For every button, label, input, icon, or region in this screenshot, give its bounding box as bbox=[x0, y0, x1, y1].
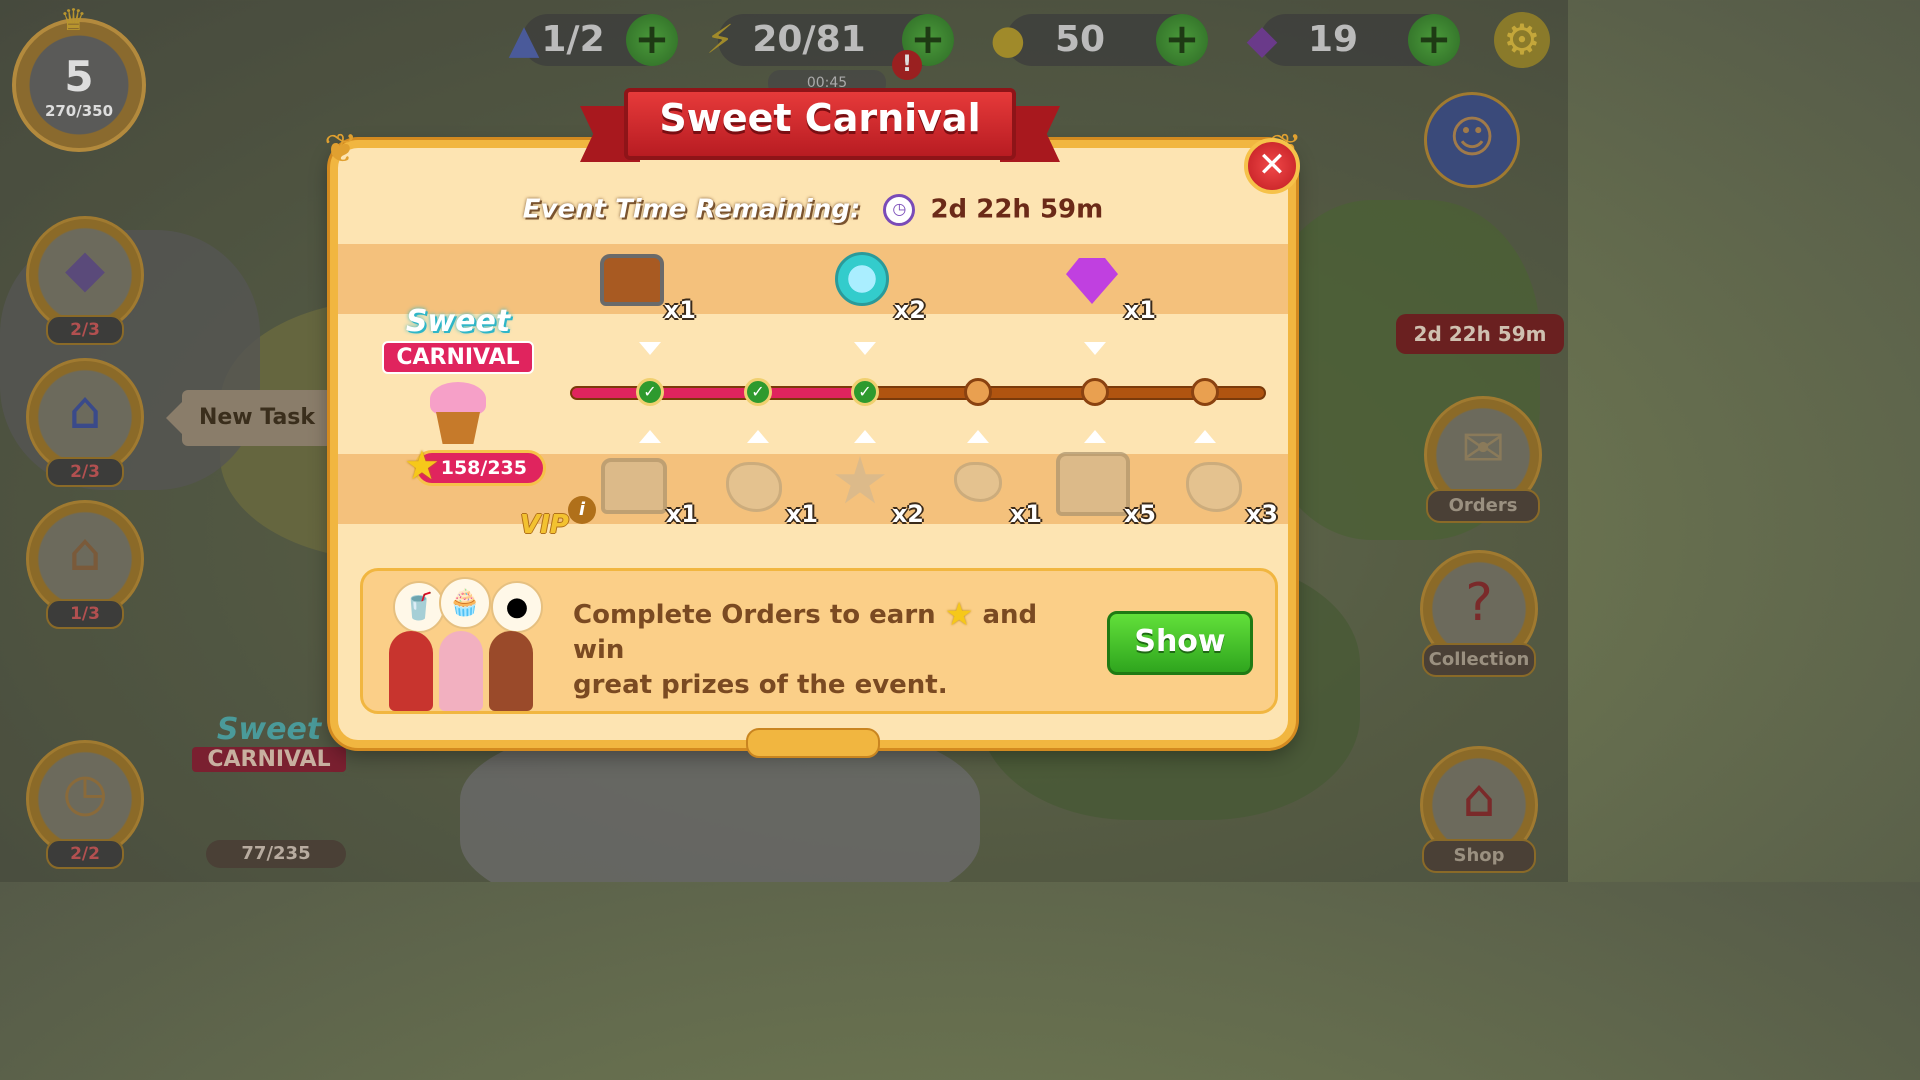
shop-button[interactable]: ⌂ Shop bbox=[1420, 746, 1538, 873]
milestone-node: ✓ bbox=[744, 378, 772, 406]
crystal-building-button[interactable]: ◆ 2/3 bbox=[26, 216, 144, 345]
milestone-node: ✓ bbox=[636, 378, 664, 406]
reward-teal-coin[interactable]: x2 bbox=[820, 244, 930, 324]
milestone-node bbox=[1081, 378, 1109, 406]
rock-icon bbox=[1178, 448, 1250, 520]
juice-icon: 🥤 bbox=[393, 581, 445, 633]
gem-counter: ◆ 19 + bbox=[1247, 14, 1460, 66]
avatar-portrait-icon: ☺ bbox=[1449, 112, 1495, 163]
cottage-building-button[interactable]: ⌂ 1/3 bbox=[26, 500, 144, 629]
vip-reward-chest[interactable]: x1 bbox=[592, 448, 702, 528]
scroll-icon: ✉ bbox=[1461, 419, 1505, 479]
event-timer-badge[interactable]: 2d 22h 59m bbox=[1396, 314, 1564, 354]
blue-house-icon: ⌂ bbox=[68, 381, 102, 441]
coin-counter: ● 50 + bbox=[991, 14, 1208, 66]
title-ribbon: Sweet Carnival bbox=[580, 84, 1060, 176]
rock-icon bbox=[718, 448, 790, 520]
vip-reward-star-wand[interactable]: x2 bbox=[818, 448, 928, 528]
purple-gem-icon bbox=[1056, 244, 1128, 316]
ornament-icon bbox=[746, 728, 880, 758]
vip-label: VIP bbox=[520, 510, 569, 540]
star-icon: ★ bbox=[944, 595, 974, 633]
add-gems-button[interactable]: + bbox=[1408, 14, 1460, 66]
characters-illustration: 🥤 🧁 ● bbox=[387, 577, 543, 711]
arrow-down-icon bbox=[854, 342, 876, 355]
vip-reward-stones[interactable]: x1 bbox=[936, 448, 1046, 528]
arrow-up-icon bbox=[1194, 430, 1216, 443]
chest-icon bbox=[598, 448, 670, 520]
avatar[interactable]: ☺ bbox=[1424, 92, 1520, 188]
event-modal: ❦ ❦ Event Time Remaining: ◷ 2d 22h 59m x… bbox=[324, 126, 1302, 758]
clock-icon: ◷ bbox=[883, 194, 916, 226]
arrow-up-icon bbox=[854, 430, 876, 443]
close-button[interactable]: ✕ bbox=[1244, 138, 1300, 194]
xp-counter: 270/350 bbox=[44, 102, 114, 120]
stones-icon bbox=[942, 448, 1014, 520]
shop-stall-icon: ⌂ bbox=[1462, 769, 1496, 829]
big-chest-icon bbox=[1056, 448, 1130, 520]
event-info-box: 🥤 🧁 ● Complete Orders to earn ★ and win … bbox=[360, 568, 1278, 714]
milestone-node bbox=[964, 378, 992, 406]
cottage-icon: ⌂ bbox=[68, 523, 102, 583]
arrow-up-icon bbox=[1084, 430, 1106, 443]
reward-chest[interactable]: x1 bbox=[590, 244, 700, 324]
vip-reward-big-chest[interactable]: x5 bbox=[1050, 448, 1160, 528]
character-icon bbox=[489, 631, 533, 711]
add-wizard-button[interactable]: + bbox=[626, 14, 678, 66]
vip-reward-rock[interactable]: x3 bbox=[1172, 448, 1282, 528]
cupcake-icon bbox=[426, 382, 490, 446]
event-time-remaining: Event Time Remaining: ◷ 2d 22h 59m bbox=[522, 194, 1104, 226]
collection-button[interactable]: ? Collection bbox=[1420, 550, 1538, 677]
event-progress-track bbox=[570, 386, 1266, 400]
level-number: 5 bbox=[64, 52, 94, 101]
modal-title: Sweet Carnival bbox=[659, 96, 981, 140]
settings-gear-icon[interactable]: ⚙ bbox=[1494, 12, 1550, 68]
star-icon: ★ bbox=[404, 443, 440, 489]
character-icon bbox=[439, 631, 483, 711]
vip-reward-rock[interactable]: x1 bbox=[712, 448, 822, 528]
crown-icon: ♛ bbox=[60, 3, 87, 38]
house-building-button[interactable]: ⌂ 2/3 bbox=[26, 358, 144, 487]
arrow-up-icon bbox=[747, 430, 769, 443]
event-mini-progress: 77/235 bbox=[206, 840, 346, 868]
add-coins-button[interactable]: + bbox=[1156, 14, 1208, 66]
book-icon: ? bbox=[1465, 573, 1493, 633]
new-task-tooltip[interactable]: New Task bbox=[166, 390, 332, 446]
pocket-watch-icon: ◷ bbox=[62, 763, 108, 823]
milestone-node: ✓ bbox=[851, 378, 879, 406]
pocket-watch-button[interactable]: ◷ 2/2 bbox=[26, 740, 144, 869]
event-progress-fill bbox=[572, 388, 870, 398]
milestone-node bbox=[1191, 378, 1219, 406]
jelly-icon: ● bbox=[491, 581, 543, 633]
teal-coin-icon bbox=[826, 244, 898, 316]
orders-button[interactable]: ✉ Orders bbox=[1424, 396, 1542, 523]
arrow-down-icon bbox=[639, 342, 661, 355]
cupcake-icon: 🧁 bbox=[439, 577, 491, 629]
arrow-up-icon bbox=[639, 430, 661, 443]
sweet-carnival-logo: Sweet CARNIVAL 158/235 ★ bbox=[368, 304, 548, 488]
crystal-icon: ◆ bbox=[65, 239, 105, 299]
arrow-down-icon bbox=[1084, 342, 1106, 355]
character-icon bbox=[389, 631, 433, 711]
arrow-up-icon bbox=[967, 430, 989, 443]
alert-badge[interactable]: ! bbox=[892, 50, 922, 80]
wizard-counter: ▲ 1/2 + bbox=[509, 14, 678, 66]
show-button[interactable]: Show bbox=[1107, 611, 1253, 675]
player-level-badge[interactable]: 5 270/350 bbox=[12, 18, 146, 152]
event-mini-button[interactable]: Sweet CARNIVAL 77/235 bbox=[188, 712, 350, 880]
reward-purple-gem[interactable]: x1 bbox=[1050, 244, 1160, 324]
event-instructions: Complete Orders to earn ★ and win great … bbox=[573, 595, 1038, 701]
star-wand-icon bbox=[824, 448, 896, 520]
chest-icon bbox=[596, 244, 668, 316]
